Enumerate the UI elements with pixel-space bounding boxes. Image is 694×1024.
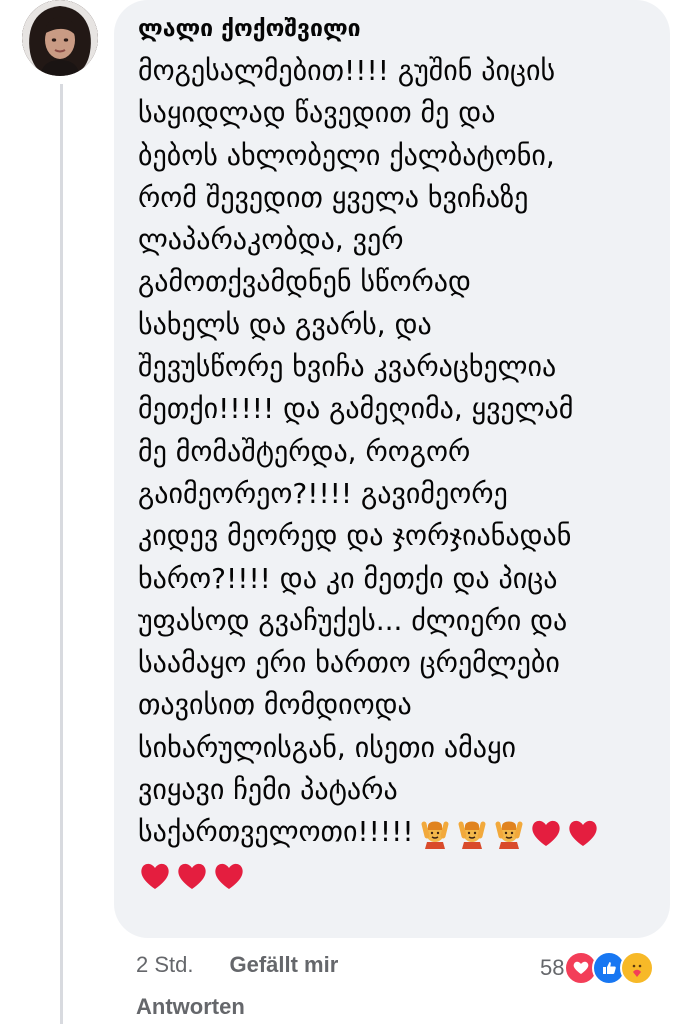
emoji-row-inline — [418, 816, 600, 850]
comment-line: მოგესალმებით!!!! გუშინ პიცის — [138, 54, 556, 87]
red-heart-emoji-icon — [138, 859, 172, 893]
red-heart-emoji-icon — [175, 859, 209, 893]
reply-button[interactable]: Antworten — [136, 994, 245, 1020]
raising-hands-person-emoji-icon — [418, 816, 452, 850]
red-heart-emoji-icon — [212, 859, 246, 893]
avatar-portrait-icon — [22, 0, 98, 76]
emoji-row-hearts — [138, 859, 246, 893]
red-heart-emoji-icon — [566, 816, 600, 850]
comment-line: საყიდლად წავედით მე და — [138, 96, 496, 130]
thread-line — [60, 84, 63, 1024]
comment-timestamp[interactable]: 2 Std. — [136, 952, 193, 977]
comment-line: მე მომაშტერდა, როგორ — [138, 434, 471, 468]
comment-line: სიხარულისგან, ისეთი ამაყი — [138, 730, 516, 764]
like-button[interactable]: Gefällt mir — [229, 952, 338, 977]
comment-line-text: საქართველოთი!!!!! — [138, 815, 414, 849]
care-reaction-icon — [620, 951, 655, 985]
comment-line: ლაპარაკობდა, ვერ — [138, 223, 404, 257]
comment-line: გამოთქვამდნენ სწორად — [138, 265, 471, 299]
comment-text: მოგესალმებით!!!! გუშინ პიცის საყიდლად წა… — [138, 50, 668, 896]
comment-line: უფასოდ გვაჩუქეს... ძლიერი და — [138, 603, 568, 637]
comment-line-with-emojis: საქართველოთი!!!!! — [138, 811, 668, 853]
reaction-count: 58 — [540, 955, 565, 980]
comment-line: გაიმეორეო?!!!! გავიმეორე — [138, 476, 508, 510]
comment-line: ხარო?!!!! და კი მეთქი და პიცა — [138, 561, 558, 595]
comment-line: ვიყავი ჩემი პატარა — [138, 773, 398, 807]
comment-author-name[interactable]: ლალი ქოქოშვილი — [138, 16, 361, 42]
raising-hands-person-emoji-icon — [492, 816, 526, 850]
comment-line: რომ შევედით ყველა ხვიჩაზე — [138, 180, 529, 214]
comment-line: სახელს და გვარს, და — [138, 307, 432, 341]
comment-line: მეთქი!!!!! და გამეღიმა, ყველამ — [138, 392, 574, 426]
comment-footer: 2 Std. Gefällt mir — [136, 952, 338, 978]
avatar[interactable] — [22, 0, 98, 76]
comment-line: შევუსწორე ხვიჩა კვარაცხელია — [138, 350, 557, 384]
comment-thread: ლალი ქოქოშვილი მოგესალმებით!!!! გუშინ პი… — [0, 0, 694, 1024]
reaction-summary[interactable]: 58 — [540, 948, 655, 988]
comment-line: კიდევ მეორედ და ჯორჯიანადან — [138, 519, 572, 553]
raising-hands-person-emoji-icon — [455, 816, 489, 850]
comment-line: ბებოს ახლობელი ქალბატონი, — [138, 138, 555, 172]
comment-line-emojis — [138, 854, 668, 896]
comment-line: საამაყო ერი ხართო ცრემლები — [138, 646, 560, 680]
comment-line: თავისით მომდიოდა — [138, 688, 412, 722]
red-heart-emoji-icon — [529, 816, 563, 850]
